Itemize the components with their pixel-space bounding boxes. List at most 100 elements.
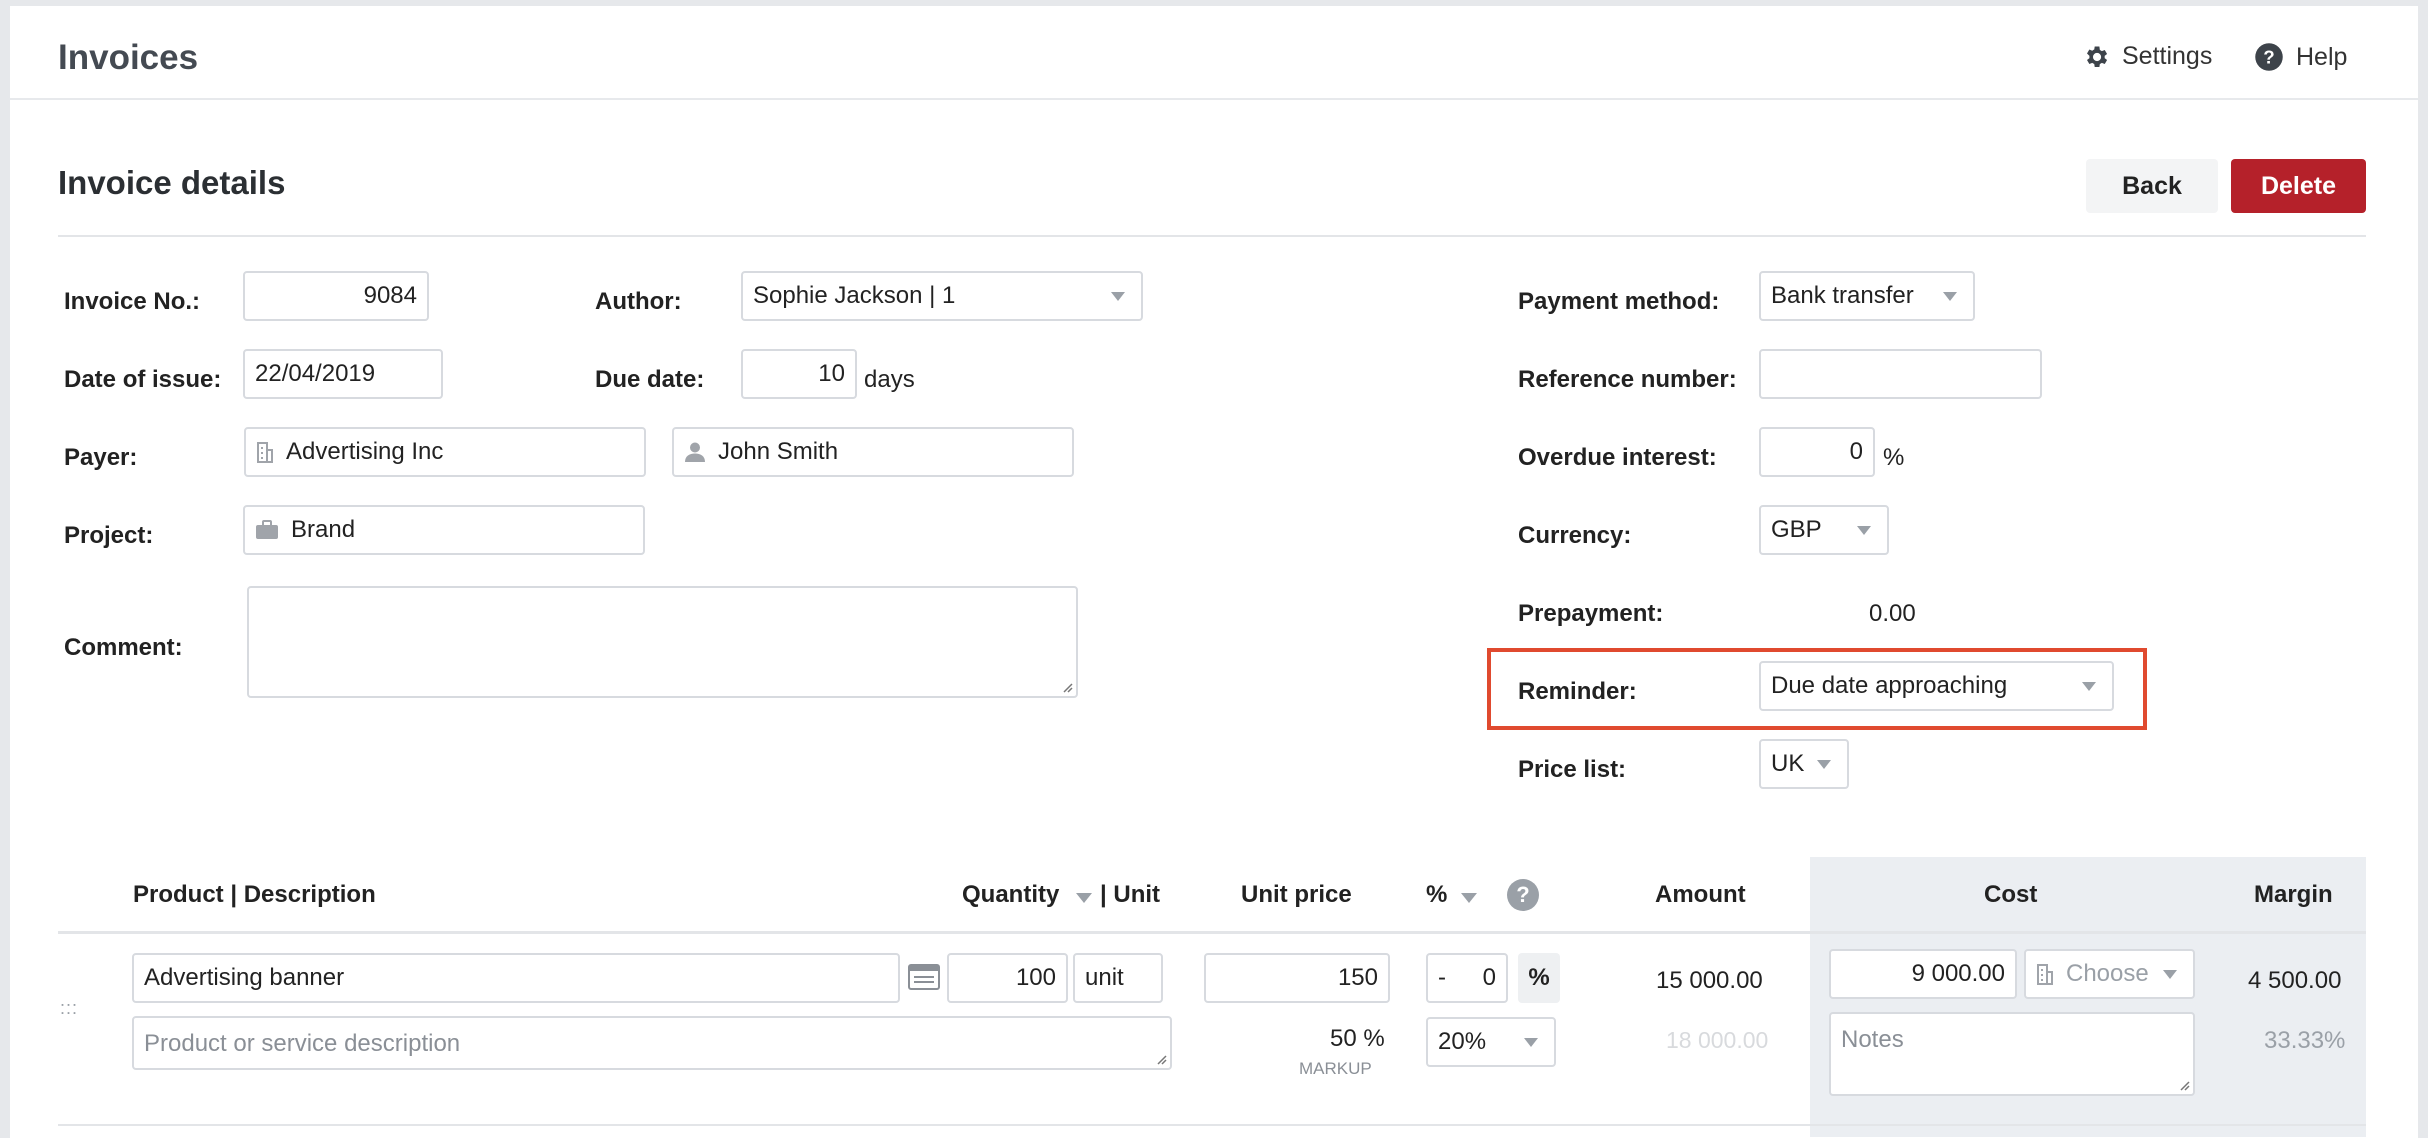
payment-method-label: Payment method: [1518, 288, 1720, 315]
back-button[interactable]: Back [2086, 159, 2218, 213]
chevron-down-icon [1857, 526, 1871, 535]
unit-input[interactable]: unit [1073, 953, 1163, 1003]
settings-label: Settings [2122, 42, 2213, 70]
app-window: Invoices Settings ? Help Invoice details… [10, 6, 2418, 1138]
price-list-label: Price list: [1518, 756, 1627, 783]
notes-placeholder: Notes [1841, 1026, 1904, 1053]
gear-icon [2087, 46, 2108, 67]
prepayment-label: Prepayment: [1518, 600, 1664, 627]
reference-number-input[interactable] [1759, 349, 2042, 399]
help-link[interactable]: ? Help [2254, 42, 2347, 72]
prepayment-value: 0.00 [1869, 600, 1916, 627]
discount-unit-toggle[interactable]: % [1518, 953, 1560, 1003]
chevron-down-icon [1524, 1038, 1538, 1047]
vat-select[interactable]: 20% [1426, 1017, 1556, 1067]
delete-button[interactable]: Delete [2231, 159, 2366, 213]
date-of-issue-label: Date of issue: [64, 366, 222, 393]
payer-person-value: John Smith [718, 438, 839, 465]
column-header-percent[interactable]: % [1426, 881, 1447, 909]
chevron-down-icon [1943, 292, 1957, 301]
unit-price-input[interactable]: 150 [1204, 953, 1390, 1003]
amount-with-vat-value: 18 000.00 [1666, 1027, 1769, 1053]
amount-value: 15 000.00 [1656, 967, 1763, 994]
drag-handle-icon[interactable]: ::: [60, 998, 78, 1019]
column-header-product: Product | Description [133, 881, 376, 908]
settings-link[interactable]: Settings [2082, 42, 2212, 71]
help-label: Help [2296, 42, 2348, 71]
overdue-interest-input[interactable]: 0 [1759, 427, 1875, 477]
reference-number-label: Reference number: [1518, 366, 1737, 393]
discount-input[interactable]: - 0 [1426, 953, 1508, 1003]
markup-value: 50 % [1330, 1025, 1385, 1052]
margin-percent-value: 33.33% [2264, 1027, 2346, 1054]
payer-company-input[interactable]: Advertising Inc [244, 427, 646, 477]
section-divider [58, 235, 2366, 237]
date-of-issue-input[interactable]: 22/04/2019 [243, 349, 443, 399]
currency-value: GBP [1771, 516, 1822, 543]
invoice-no-input[interactable]: 9084 [243, 271, 429, 321]
table-row-divider [58, 1124, 2366, 1126]
markup-label: MARKUP [1299, 1059, 1372, 1078]
chevron-down-icon [2082, 682, 2096, 691]
reminder-label: Reminder: [1518, 678, 1637, 705]
building-icon [2036, 963, 2054, 985]
cost-input[interactable]: 9 000.00 [1829, 949, 2017, 999]
payment-method-value: Bank transfer [1771, 282, 1914, 309]
chevron-down-icon[interactable] [1076, 893, 1092, 903]
discount-value: 0 [1482, 964, 1496, 991]
topbar-divider [10, 98, 2418, 100]
vat-value: 20% [1438, 1028, 1487, 1055]
price-list-select[interactable]: UK [1759, 739, 1849, 789]
comment-label: Comment: [64, 634, 183, 661]
invoice-no-label: Invoice No.: [64, 288, 201, 315]
user-icon [684, 441, 706, 463]
description-placeholder: Product or service description [144, 1030, 461, 1057]
cost-choose-value: Choose [2066, 960, 2149, 987]
comment-textarea[interactable] [247, 586, 1078, 698]
notes-textarea[interactable]: Notes [1829, 1012, 2195, 1096]
svg-text:?: ? [2263, 46, 2274, 67]
column-header-margin: Margin [2254, 881, 2333, 908]
margin-value: 4 500.00 [2248, 967, 2342, 994]
chevron-down-icon [1817, 760, 1831, 769]
column-header-amount: Amount [1655, 881, 1746, 908]
resize-handle-icon[interactable] [1155, 1053, 1167, 1065]
cost-supplier-select[interactable]: Choose [2024, 949, 2195, 999]
catalog-icon[interactable] [908, 964, 940, 990]
reminder-select[interactable]: Due date approaching [1759, 661, 2114, 711]
reminder-value: Due date approaching [1771, 672, 2008, 699]
product-input[interactable]: Advertising banner [132, 953, 900, 1003]
help-circle-icon: ? [2255, 43, 2283, 71]
column-header-quantity[interactable]: Quantity [962, 881, 1059, 909]
payer-label: Payer: [64, 444, 138, 471]
currency-label: Currency: [1518, 522, 1632, 549]
help-circle-icon[interactable]: ? [1507, 879, 1539, 911]
currency-select[interactable]: GBP [1759, 505, 1889, 555]
discount-sign[interactable]: - [1438, 964, 1446, 992]
project-input[interactable]: Brand [243, 505, 645, 555]
briefcase-icon [255, 520, 279, 540]
overdue-interest-unit: % [1883, 444, 1905, 471]
due-date-input[interactable]: 10 [741, 349, 857, 399]
payer-person-input[interactable]: John Smith [672, 427, 1074, 477]
column-header-unit-price: Unit price [1241, 881, 1352, 908]
column-header-unit: | Unit [1100, 881, 1161, 908]
resize-handle-icon[interactable] [1061, 681, 1073, 693]
overdue-interest-label: Overdue interest: [1518, 444, 1717, 471]
author-value: Sophie Jackson | 1 [753, 282, 956, 309]
quantity-input[interactable]: 100 [947, 953, 1068, 1003]
payment-method-select[interactable]: Bank transfer [1759, 271, 1975, 321]
price-list-value: UK [1771, 750, 1805, 777]
description-textarea[interactable]: Product or service description [132, 1016, 1172, 1070]
building-icon [256, 441, 274, 463]
chevron-down-icon [2163, 970, 2177, 979]
due-date-unit: days [864, 366, 915, 393]
resize-handle-icon[interactable] [2178, 1079, 2190, 1091]
table-header-divider [58, 931, 2366, 934]
page-title: Invoice details [58, 164, 286, 201]
project-label: Project: [64, 522, 154, 549]
payer-company-value: Advertising Inc [286, 438, 444, 465]
chevron-down-icon[interactable] [1461, 893, 1477, 903]
app-title: Invoices [58, 38, 199, 77]
author-select[interactable]: Sophie Jackson | 1 [741, 271, 1143, 321]
